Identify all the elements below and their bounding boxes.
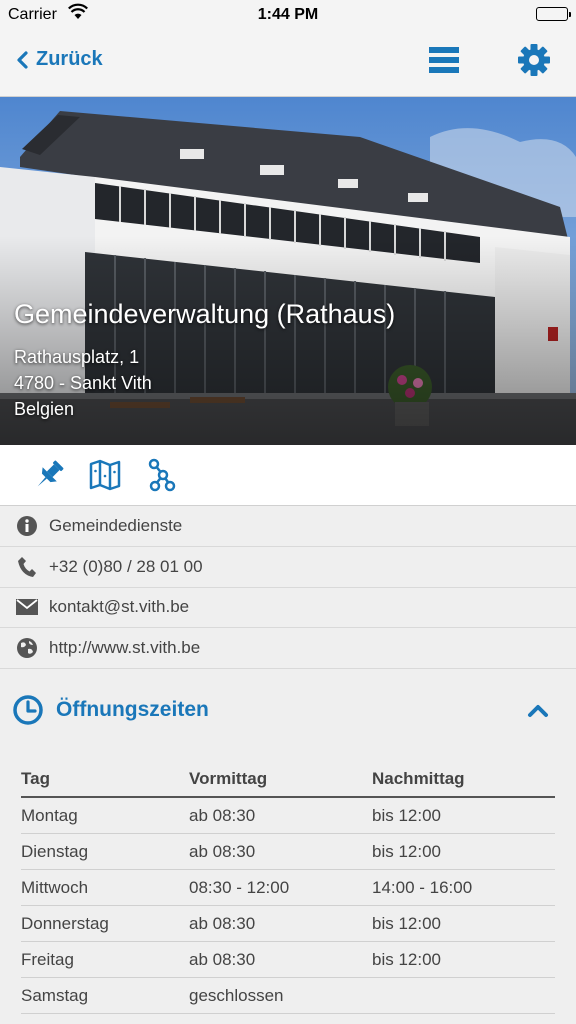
- table-row: Dienstag ab 08:30 bis 12:00: [21, 833, 555, 870]
- morning-cell: ab 08:30: [189, 833, 372, 870]
- nav-bar: Zurück: [0, 28, 576, 97]
- envelope-icon: [16, 596, 38, 618]
- battery-icon: [536, 7, 571, 21]
- address-country: Belgien: [14, 399, 75, 419]
- phone-row[interactable]: +32 (0)80 / 28 01 00: [0, 547, 576, 588]
- day-cell: Freitag: [21, 941, 189, 978]
- info-icon: [16, 515, 38, 537]
- afternoon-cell: bis 12:00: [372, 833, 555, 870]
- afternoon-cell: bis 12:00: [372, 941, 555, 978]
- table-row: Donnerstag ab 08:30 bis 12:00: [21, 905, 555, 942]
- back-button[interactable]: Zurück: [16, 48, 103, 71]
- table-row: Montag ab 08:30 bis 12:00: [21, 797, 555, 834]
- table-row: Freitag ab 08:30 bis 12:00: [21, 941, 555, 978]
- email-row[interactable]: kontakt@st.vith.be: [0, 587, 576, 628]
- table-row: Samstag geschlossen: [21, 977, 555, 1014]
- address-city: 4780 - Sankt Vith: [14, 373, 152, 393]
- table-row: Mittwoch 08:30 - 12:00 14:00 - 16:00: [21, 869, 555, 906]
- day-cell: Dienstag: [21, 833, 189, 870]
- website-row[interactable]: http://www.st.vith.be: [0, 628, 576, 669]
- website-url: http://www.st.vith.be: [49, 638, 201, 657]
- phone-icon: [16, 556, 38, 578]
- table-header-row: Tag Vormittag Nachmittag: [21, 762, 555, 798]
- hero-image: Gemeindeverwaltung (Rathaus) Rathausplat…: [0, 97, 576, 445]
- day-cell: Mittwoch: [21, 869, 189, 906]
- morning-cell: ab 08:30: [189, 941, 372, 978]
- category-label: Gemeindedienste: [49, 516, 183, 535]
- menu-icon[interactable]: [428, 44, 460, 76]
- column-header-morning: Vormittag: [189, 762, 372, 798]
- status-bar: Carrier 1:44 PM: [0, 0, 576, 28]
- clock-icon: [13, 695, 43, 725]
- share-icon[interactable]: [143, 457, 179, 493]
- opening-hours-table: Tag Vormittag Nachmittag Montag ab 08:30…: [21, 762, 555, 1014]
- globe-icon: [16, 637, 38, 659]
- morning-cell: ab 08:30: [189, 797, 372, 834]
- pin-icon[interactable]: [31, 457, 67, 493]
- morning-cell: ab 08:30: [189, 905, 372, 942]
- gear-icon[interactable]: [516, 42, 552, 78]
- morning-cell: geschlossen: [189, 977, 372, 1014]
- place-title: Gemeindeverwaltung (Rathaus): [14, 299, 396, 329]
- opening-hours-title: Öffnungszeiten: [56, 698, 209, 721]
- day-cell: Montag: [21, 797, 189, 834]
- column-header-afternoon: Nachmittag: [372, 762, 555, 798]
- clock-time: 1:44 PM: [257, 6, 319, 23]
- morning-cell: 08:30 - 12:00: [189, 869, 372, 906]
- phone-number: +32 (0)80 / 28 01 00: [49, 557, 203, 576]
- action-bar: [0, 445, 576, 506]
- opening-hours-header[interactable]: Öffnungszeiten: [0, 686, 576, 734]
- map-icon[interactable]: [87, 457, 123, 493]
- back-label: Zurück: [36, 48, 103, 70]
- chevron-up-icon[interactable]: [526, 700, 550, 720]
- day-cell: Samstag: [21, 977, 189, 1014]
- chevron-left-icon: [17, 50, 28, 69]
- afternoon-cell: 14:00 - 16:00: [372, 869, 555, 906]
- address-street: Rathausplatz, 1: [14, 347, 140, 367]
- day-cell: Donnerstag: [21, 905, 189, 942]
- afternoon-cell: bis 12:00: [372, 797, 555, 834]
- afternoon-cell: [372, 977, 555, 1014]
- afternoon-cell: bis 12:00: [372, 905, 555, 942]
- category-row: Gemeindedienste: [0, 506, 576, 547]
- column-header-day: Tag: [21, 762, 189, 798]
- email-address: kontakt@st.vith.be: [49, 597, 190, 616]
